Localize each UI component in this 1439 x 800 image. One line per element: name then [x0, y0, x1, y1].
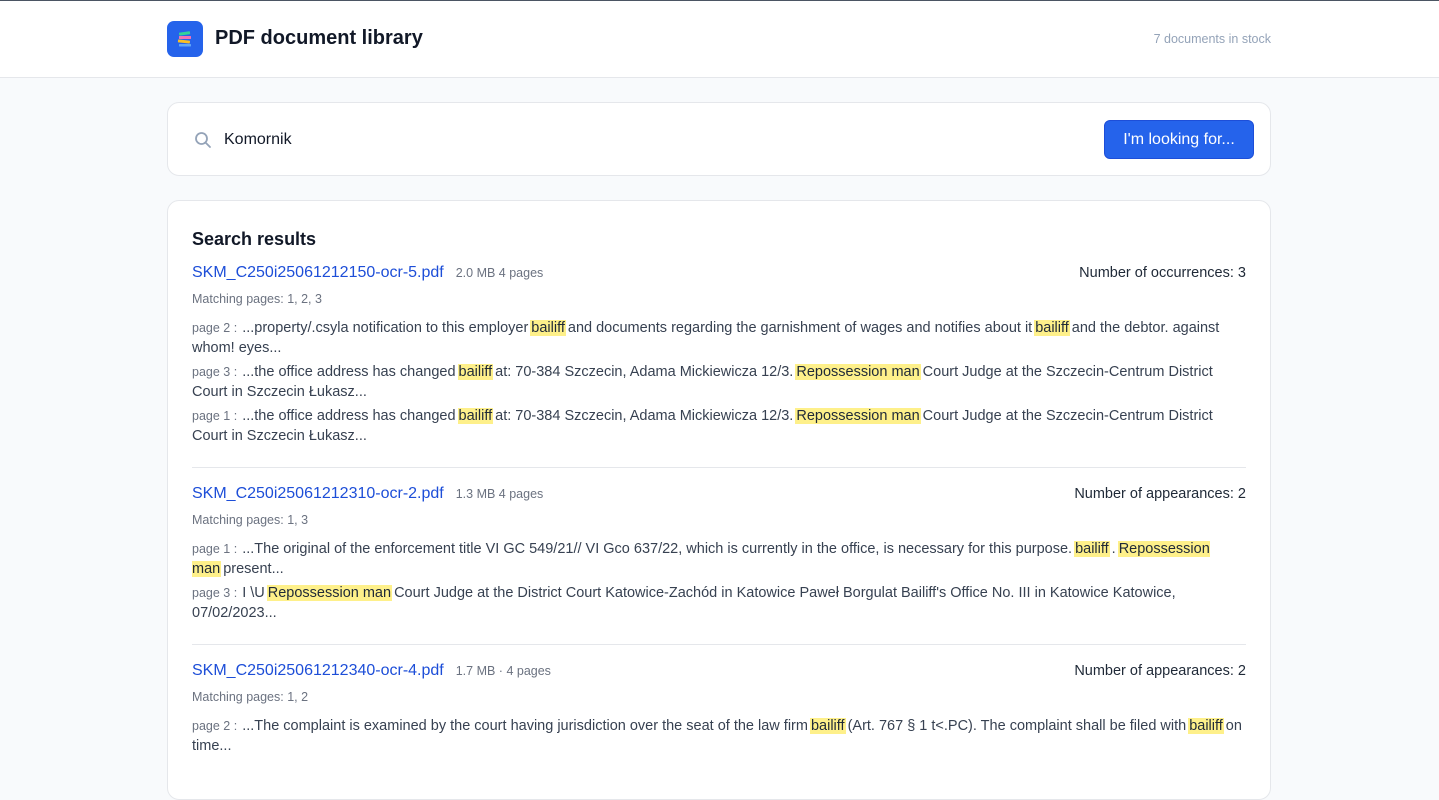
snippet-page-label: page 2 : [192, 719, 238, 733]
file-meta: 1.3 MB 4 pages [455, 487, 544, 501]
snippet-page-label: page 2 : [192, 321, 238, 335]
snippet-text: I \U [242, 585, 265, 601]
results-list: SKM_C250i25061212150-ocr-5.pdf 2.0 MB 4 p… [192, 264, 1246, 777]
highlight-term: Repossession man [795, 364, 921, 380]
book-stack-icon [167, 21, 203, 57]
snippet-page-label: page 1 : [192, 542, 238, 556]
snippet: page 3 : ...the office address has change… [192, 362, 1246, 402]
result-item: SKM_C250i25061212310-ocr-2.pdf 1.3 MB 4 p… [192, 485, 1246, 645]
snippet-text: at: 70-384 Szczecin, Adama Mickiewicza 1… [495, 408, 794, 424]
snippet-text: at: 70-384 Szczecin, Adama Mickiewicza 1… [495, 364, 794, 380]
occurrence-count: Number of appearances: 2 [1074, 663, 1246, 679]
snippet: page 1 : ...the office address has change… [192, 406, 1246, 446]
pdf-file-link[interactable]: SKM_C250i25061212150-ocr-5.pdf [192, 264, 444, 282]
pdf-file-link[interactable]: SKM_C250i25061212310-ocr-2.pdf [192, 485, 444, 503]
result-item: SKM_C250i25061212340-ocr-4.pdf 1.7 MB · 4… [192, 662, 1246, 777]
result-title-group: SKM_C250i25061212150-ocr-5.pdf 2.0 MB 4 p… [192, 264, 543, 282]
highlight-term: Repossession man [266, 585, 393, 601]
snippet-page-label: page 3 : [192, 586, 238, 600]
snippet-text: ...property/.csyla notification to this … [242, 320, 529, 336]
highlight-term: bailiff [530, 320, 566, 336]
snippet-page-label: page 3 : [192, 365, 238, 379]
snippet: page 2 : ...property/.csyla notification … [192, 318, 1246, 358]
result-header: SKM_C250i25061212150-ocr-5.pdf 2.0 MB 4 p… [192, 264, 1246, 290]
app-title: PDF document library [215, 27, 423, 49]
snippet-page-label: page 1 : [192, 409, 238, 423]
highlight-term: bailiff [457, 408, 494, 424]
snippet-text: (Art. 767 § 1 t<.PC). The complaint shal… [847, 718, 1187, 734]
snippet-text: and documents regarding the garnishment … [567, 320, 1033, 336]
highlight-term: Repossession man [795, 408, 921, 424]
highlight-term: bailiff [809, 718, 846, 734]
snippet-text: ...The original of the enforcement title… [242, 541, 1073, 557]
results-panel: Search results SKM_C250i25061212150-ocr-… [167, 200, 1271, 800]
document-count: 7 documents in stock [1153, 32, 1271, 46]
matching-pages: Matching pages: 1, 2 [192, 690, 309, 704]
highlight-term: bailiff [457, 364, 494, 380]
matching-pages: Matching pages: 1, 2, 3 [192, 292, 322, 306]
search-bar: I'm looking for... [167, 102, 1271, 176]
snippet-text: . [1111, 541, 1116, 557]
search-input[interactable] [224, 125, 1084, 155]
file-meta: 2.0 MB 4 pages [455, 266, 544, 280]
result-title-group: SKM_C250i25061212310-ocr-2.pdf 1.3 MB 4 p… [192, 485, 543, 503]
search-button[interactable]: I'm looking for... [1104, 120, 1254, 159]
highlight-term: bailiff [1034, 320, 1070, 336]
snippet-text: ...the office address has changed [242, 364, 456, 380]
pdf-file-link[interactable]: SKM_C250i25061212340-ocr-4.pdf [192, 662, 444, 680]
snippet: page 2 : ...The complaint is examined by … [192, 716, 1246, 756]
result-item: SKM_C250i25061212150-ocr-5.pdf 2.0 MB 4 p… [192, 264, 1246, 468]
occurrence-count: Number of occurrences: 3 [1079, 265, 1246, 281]
highlight-term: bailiff [1188, 718, 1224, 734]
snippet-text: present... [223, 561, 284, 577]
snippet-text: ...the office address has changed [242, 408, 456, 424]
highlight-term: bailiff [1074, 541, 1110, 557]
matching-pages: Matching pages: 1, 3 [192, 513, 309, 527]
snippet: page 3 :I \U Repossession man Court Judge … [192, 583, 1246, 623]
snippet: page 1 : ...The original of the enforceme… [192, 539, 1246, 579]
result-header: SKM_C250i25061212340-ocr-4.pdf 1.7 MB · 4… [192, 662, 1246, 688]
search-icon [195, 132, 211, 148]
results-heading: Search results [192, 229, 317, 249]
app-header: PDF document library 7 documents in stoc… [0, 1, 1439, 78]
result-title-group: SKM_C250i25061212340-ocr-4.pdf 1.7 MB · 4… [192, 662, 551, 680]
result-header: SKM_C250i25061212310-ocr-2.pdf 1.3 MB 4 p… [192, 485, 1246, 511]
occurrence-count: Number of appearances: 2 [1074, 486, 1246, 502]
file-meta: 1.7 MB · 4 pages [455, 664, 551, 678]
snippet-text: ...The complaint is examined by the cour… [242, 718, 808, 734]
